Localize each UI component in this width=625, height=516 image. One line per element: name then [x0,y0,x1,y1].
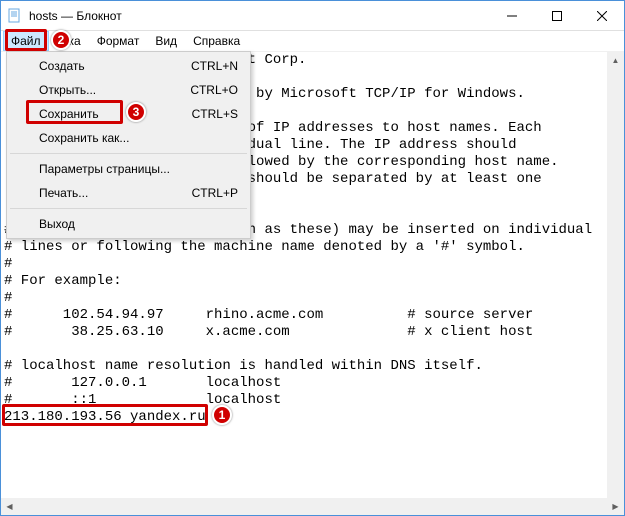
menu-print[interactable]: Печать... CTRL+P [9,181,248,205]
scroll-right-button[interactable]: ▶ [607,498,624,515]
horizontal-scrollbar[interactable]: ◀ ▶ [1,498,624,515]
file-dropdown: Создать CTRL+N Открыть... CTRL+O Сохрани… [6,51,251,239]
menu-item-shortcut: CTRL+N [191,59,238,73]
menu-save[interactable]: Сохранить CTRL+S [9,102,248,126]
menu-save-as[interactable]: Сохранить как... [9,126,248,150]
menu-separator [10,153,247,154]
menu-item-label: Открыть... [39,83,170,97]
vertical-scrollbar[interactable]: ▲ [607,52,624,498]
menu-exit[interactable]: Выход [9,212,248,236]
menubar: Файл ка Формат Вид Справка [1,31,624,52]
maximize-button[interactable] [534,1,579,31]
menu-separator [10,208,247,209]
menu-item-label: Параметры страницы... [39,162,218,176]
menu-item-shortcut: CTRL+P [192,186,238,200]
menu-item-label: Выход [39,217,218,231]
menu-open[interactable]: Открыть... CTRL+O [9,78,248,102]
menu-item-label: Сохранить [39,107,172,121]
notepad-icon [7,8,23,24]
menu-page-setup[interactable]: Параметры страницы... [9,157,248,181]
titlebar: hosts — Блокнот [1,1,624,31]
menu-edit-obscured[interactable]: ка [49,31,89,51]
minimize-button[interactable] [489,1,534,31]
window-title: hosts — Блокнот [29,9,122,23]
menu-item-shortcut: CTRL+S [192,107,238,121]
menu-item-shortcut: CTRL+O [190,83,238,97]
scroll-up-button[interactable]: ▲ [607,52,624,69]
close-button[interactable] [579,1,624,31]
menu-format[interactable]: Формат [89,31,148,51]
menu-item-label: Создать [39,59,171,73]
menu-view[interactable]: Вид [147,31,185,51]
menu-item-label: Печать... [39,186,172,200]
text-cursor [206,409,207,423]
scroll-left-button[interactable]: ◀ [1,498,18,515]
menu-help[interactable]: Справка [185,31,248,51]
menu-item-label: Сохранить как... [39,131,218,145]
menu-new[interactable]: Создать CTRL+N [9,54,248,78]
menu-file[interactable]: Файл [3,31,49,51]
